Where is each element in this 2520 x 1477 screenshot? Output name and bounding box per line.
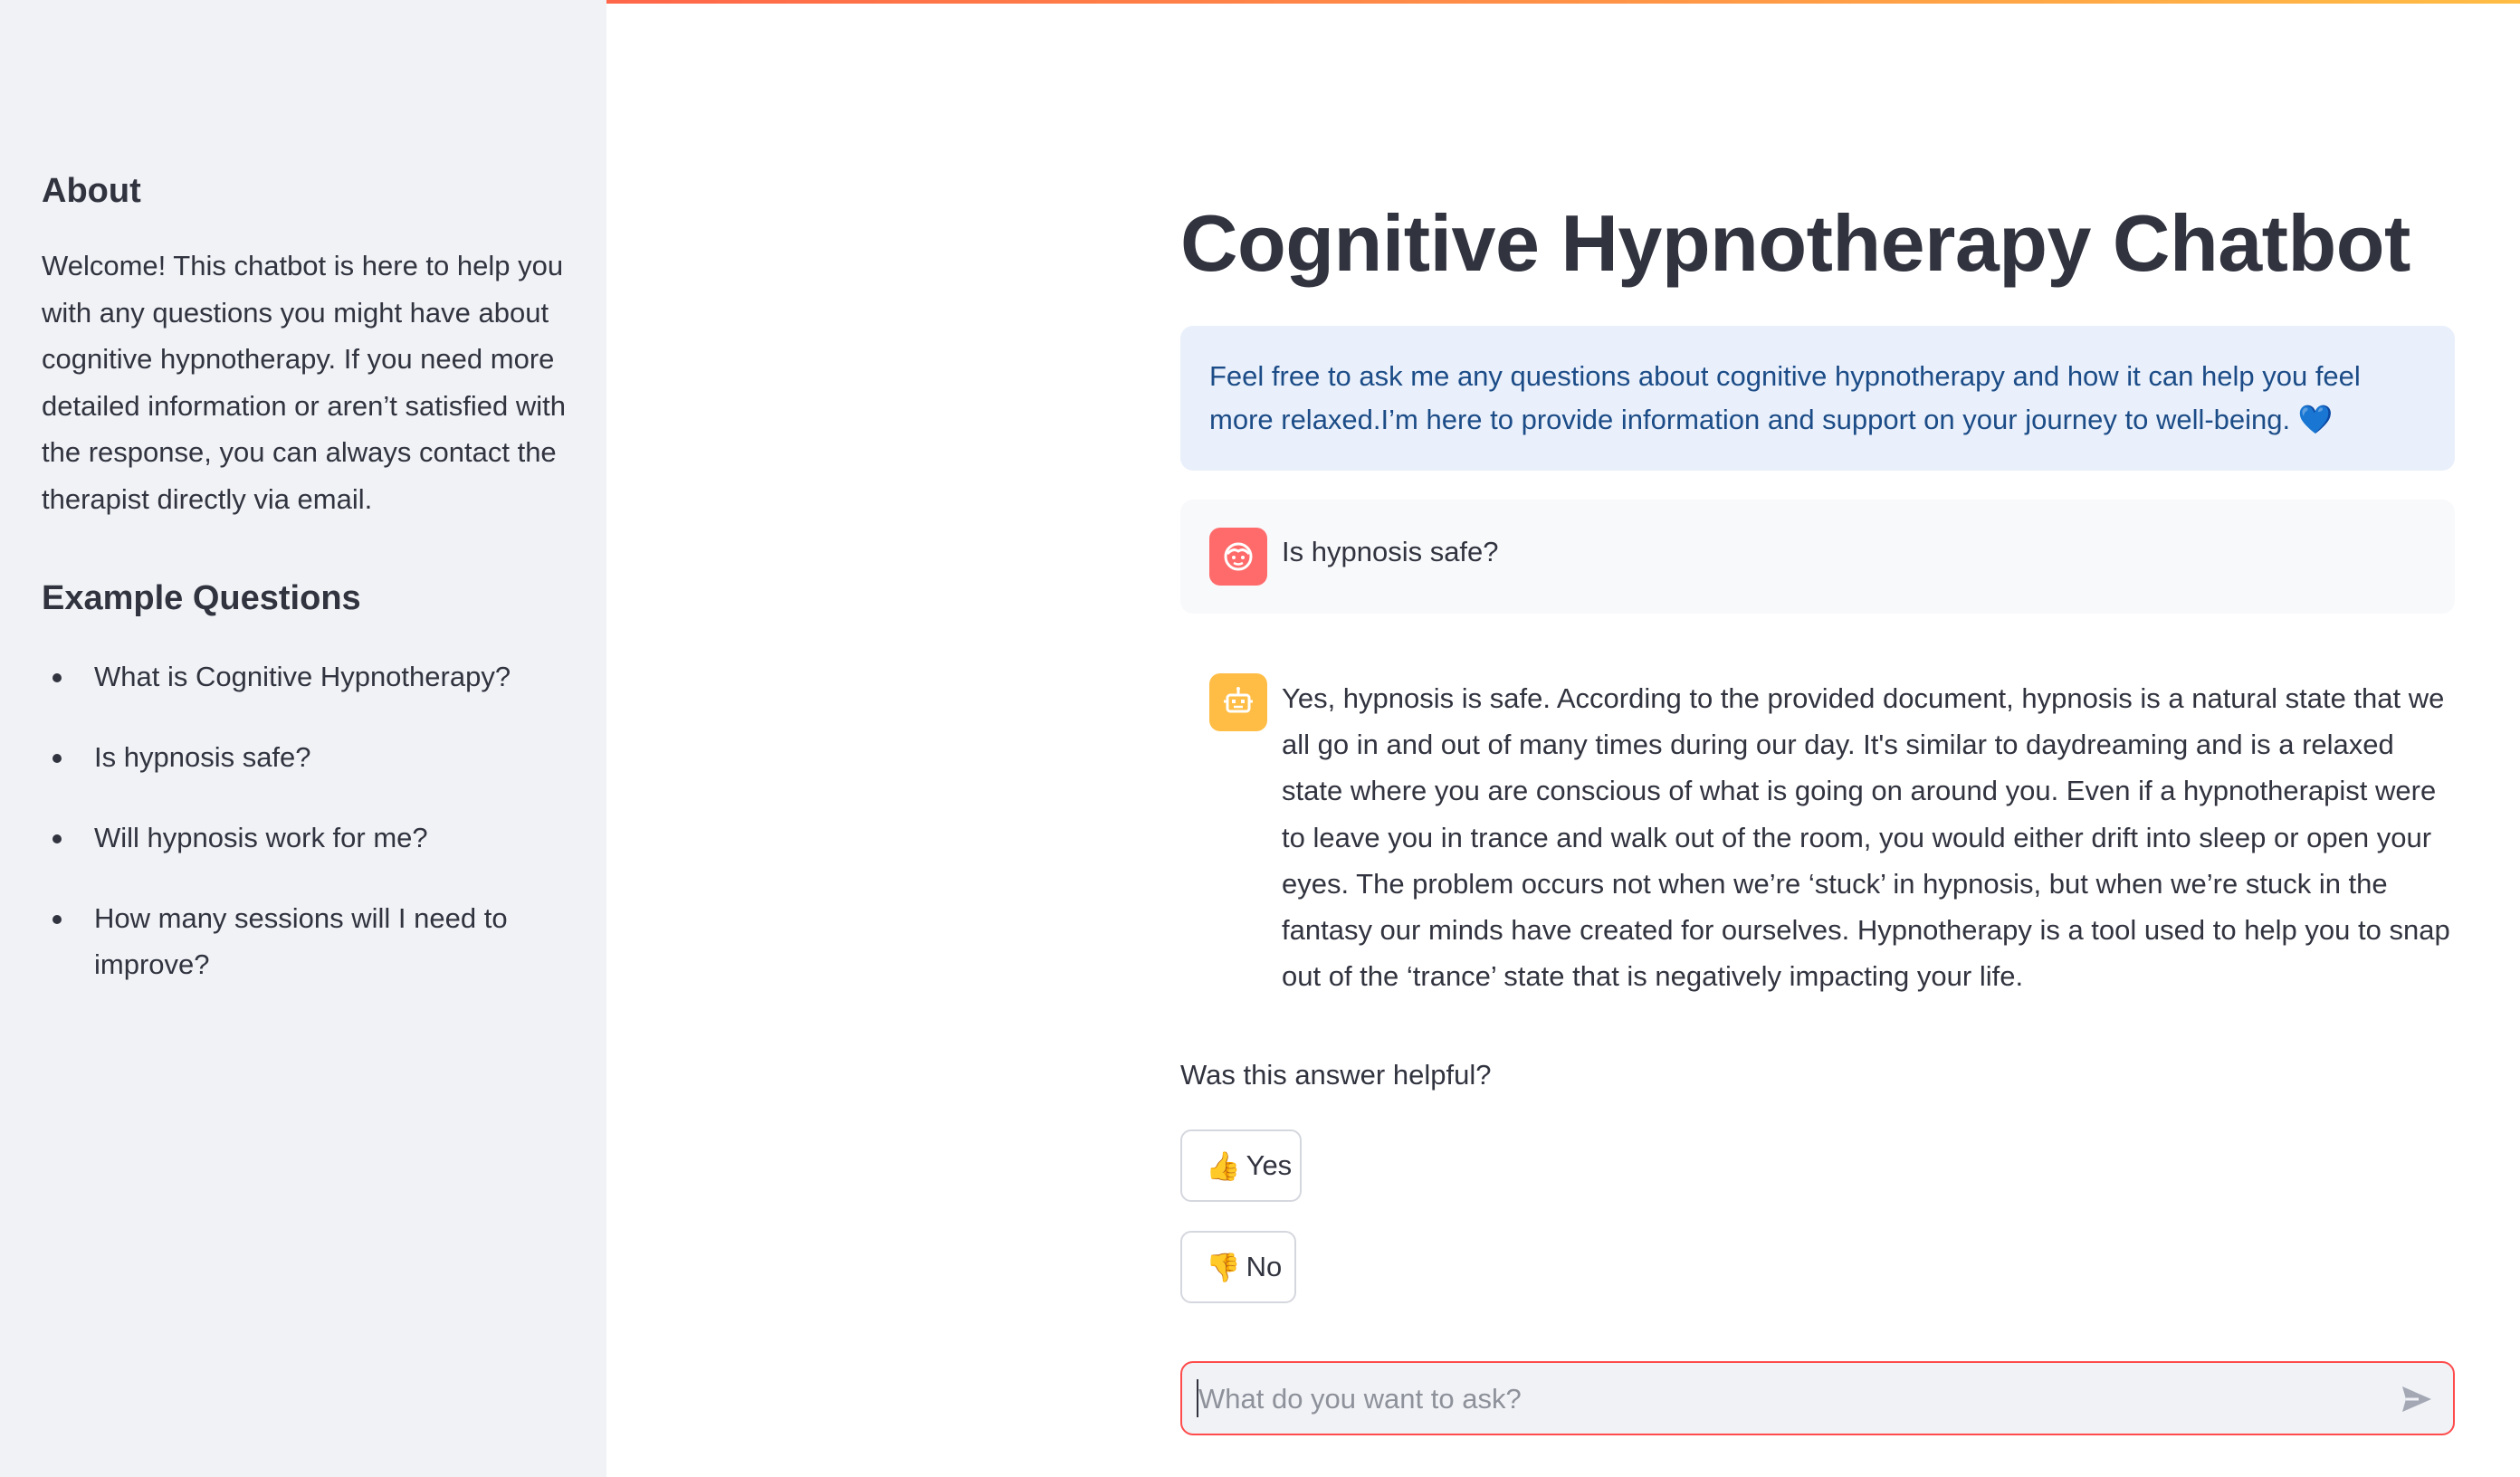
thumbs-up-icon: 👍	[1206, 1149, 1241, 1182]
bullet-icon	[52, 754, 62, 763]
example-questions-list: What is Cognitive Hypnotherapy? Is hypno…	[42, 653, 567, 1022]
send-icon[interactable]	[2397, 1379, 2437, 1419]
feedback-question: Was this answer helpful?	[1180, 1059, 1492, 1091]
bullet-icon	[52, 834, 62, 843]
chat-input[interactable]	[1197, 1363, 2377, 1435]
assistant-message-text: Yes, hypnosis is safe. According to the …	[1282, 682, 2450, 993]
main-content: Cognitive Hypnotherapy Chatbot Feel free…	[1180, 0, 2457, 1477]
example-question-text: Is hypnosis safe?	[94, 741, 311, 773]
example-question-item: Is hypnosis safe?	[42, 734, 567, 780]
example-questions-heading: Example Questions	[42, 579, 361, 617]
robot-icon	[1209, 673, 1267, 731]
info-alert: Feel free to ask me any questions about …	[1180, 326, 2455, 471]
example-question-text: Will hypnosis work for me?	[94, 822, 428, 853]
feedback-yes-button[interactable]: 👍 Yes	[1180, 1129, 1302, 1202]
feedback-no-label: No	[1246, 1251, 1283, 1282]
thumbs-down-icon: 👎	[1206, 1251, 1241, 1283]
bullet-icon	[52, 915, 62, 924]
bullet-icon	[52, 673, 62, 682]
feedback-no-button[interactable]: 👎 No	[1180, 1231, 1296, 1303]
page-title: Cognitive Hypnotherapy Chatbot	[1180, 198, 2410, 288]
user-message: Is hypnosis safe?	[1180, 500, 2455, 614]
example-question-text: How many sessions will I need to improve…	[94, 902, 508, 980]
example-question-text: What is Cognitive Hypnotherapy?	[94, 661, 511, 692]
feedback-yes-label: Yes	[1246, 1149, 1293, 1181]
example-question-item: What is Cognitive Hypnotherapy?	[42, 653, 567, 700]
about-text: Welcome! This chatbot is here to help yo…	[42, 250, 566, 515]
face-icon	[1209, 528, 1267, 586]
about-heading: About	[42, 172, 141, 210]
example-question-item: How many sessions will I need to improve…	[42, 895, 567, 987]
user-message-text: Is hypnosis safe?	[1282, 536, 1499, 567]
chat-input-container	[1180, 1361, 2455, 1435]
sidebar: About Welcome! This chatbot is here to h…	[0, 0, 606, 1477]
example-question-item: Will hypnosis work for me?	[42, 815, 567, 861]
